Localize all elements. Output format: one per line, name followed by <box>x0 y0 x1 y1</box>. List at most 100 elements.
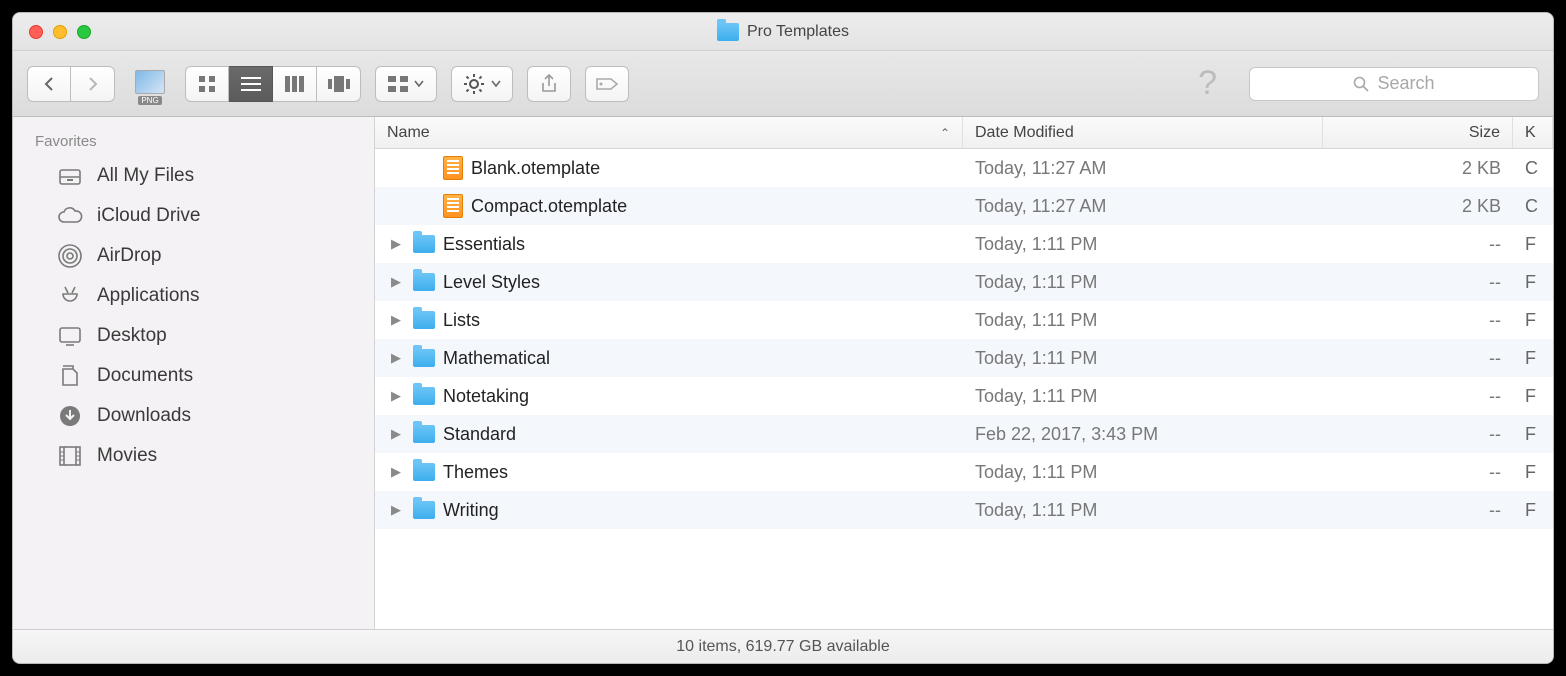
sidebar-item-applications[interactable]: Applications <box>13 276 374 316</box>
coverflow-icon <box>328 76 350 92</box>
all-my-files-icon <box>57 165 83 187</box>
file-date: Today, 11:27 AM <box>963 158 1323 179</box>
file-kind: F <box>1513 310 1553 331</box>
column-header-kind[interactable]: K <box>1513 117 1553 148</box>
file-kind: C <box>1513 158 1553 179</box>
sidebar-item-icloud[interactable]: iCloud Drive <box>13 196 374 236</box>
file-row[interactable]: ▶Level StylesToday, 1:11 PM--F <box>375 263 1553 301</box>
file-date: Feb 22, 2017, 3:43 PM <box>963 424 1323 445</box>
desktop-icon <box>57 325 83 347</box>
share-icon <box>540 74 558 94</box>
file-row[interactable]: ▶WritingToday, 1:11 PM--F <box>375 491 1553 529</box>
nav-buttons <box>27 66 115 102</box>
column-view-button[interactable] <box>273 66 317 102</box>
sidebar: Favorites All My FilesiCloud Drive AirDro… <box>13 117 375 629</box>
file-row[interactable]: ▶EssentialsToday, 1:11 PM--F <box>375 225 1553 263</box>
folder-icon <box>413 425 435 443</box>
sidebar-item-documents[interactable]: Documents <box>13 356 374 396</box>
file-list-pane: Name ⌃ Date Modified Size K Blank.otempl… <box>375 117 1553 629</box>
file-date: Today, 1:11 PM <box>963 234 1323 255</box>
columns-icon <box>285 76 305 92</box>
file-size: -- <box>1323 310 1513 331</box>
folder-icon <box>413 349 435 367</box>
file-rows: Blank.otemplateToday, 11:27 AM2 KBCCompa… <box>375 149 1553 629</box>
downloads-icon <box>57 405 83 427</box>
sidebar-item-airdrop[interactable]: AirDrop <box>13 236 374 276</box>
column-header-size[interactable]: Size <box>1323 117 1513 148</box>
search-field[interactable]: Search <box>1249 67 1539 101</box>
tags-button[interactable] <box>585 66 629 102</box>
window-controls <box>13 25 91 39</box>
chevron-left-icon <box>42 76 56 92</box>
image-thumbnail-icon <box>135 70 165 94</box>
file-row[interactable]: ▶NotetakingToday, 1:11 PM--F <box>375 377 1553 415</box>
help-button[interactable]: ? <box>1180 64 1235 103</box>
sidebar-item-label: Applications <box>97 285 199 307</box>
grid-icon <box>198 75 216 93</box>
file-date: Today, 1:11 PM <box>963 272 1323 293</box>
file-size: -- <box>1323 500 1513 521</box>
sidebar-item-all-my-files[interactable]: All My Files <box>13 156 374 196</box>
window-title: Pro Templates <box>13 23 1553 41</box>
file-row[interactable]: ▶StandardFeb 22, 2017, 3:43 PM--F <box>375 415 1553 453</box>
file-proxy-icon[interactable]: PNG <box>129 63 171 105</box>
status-text: 10 items, 619.77 GB available <box>676 638 889 656</box>
list-view-button[interactable] <box>229 66 273 102</box>
column-header-name[interactable]: Name ⌃ <box>375 117 963 148</box>
sidebar-item-label: Movies <box>97 445 157 467</box>
action-button[interactable] <box>451 66 513 102</box>
file-date: Today, 11:27 AM <box>963 196 1323 217</box>
disclosure-triangle-icon[interactable]: ▶ <box>387 236 405 252</box>
file-row[interactable]: Blank.otemplateToday, 11:27 AM2 KBC <box>375 149 1553 187</box>
sidebar-item-label: AirDrop <box>97 245 161 267</box>
file-name: Notetaking <box>443 386 529 407</box>
airdrop-icon <box>57 245 83 267</box>
disclosure-triangle-icon[interactable]: ▶ <box>387 312 405 328</box>
folder-icon <box>717 23 739 41</box>
forward-button[interactable] <box>71 66 115 102</box>
sidebar-item-downloads[interactable]: Downloads <box>13 396 374 436</box>
file-date: Today, 1:11 PM <box>963 310 1323 331</box>
file-size: 2 KB <box>1323 196 1513 217</box>
disclosure-triangle-icon[interactable]: ▶ <box>387 426 405 442</box>
sidebar-item-desktop[interactable]: Desktop <box>13 316 374 356</box>
toolbar: PNG <box>13 51 1553 117</box>
file-row[interactable]: ▶MathematicalToday, 1:11 PM--F <box>375 339 1553 377</box>
titlebar: Pro Templates <box>13 13 1553 51</box>
file-row[interactable]: ▶ThemesToday, 1:11 PM--F <box>375 453 1553 491</box>
share-button[interactable] <box>527 66 571 102</box>
finder-window: Pro Templates PNG <box>12 12 1554 664</box>
minimize-window-button[interactable] <box>53 25 67 39</box>
file-row[interactable]: ▶ Lists Today, 1:11 PM--F <box>375 301 1553 339</box>
close-window-button[interactable] <box>29 25 43 39</box>
chevron-down-icon <box>414 80 424 88</box>
folder-icon <box>413 235 435 253</box>
column-header-date[interactable]: Date Modified <box>963 117 1323 148</box>
file-date: Today, 1:11 PM <box>963 348 1323 369</box>
template-file-icon <box>443 156 463 180</box>
back-button[interactable] <box>27 66 71 102</box>
file-size: -- <box>1323 348 1513 369</box>
file-row[interactable]: Compact.otemplateToday, 11:27 AM2 KBC <box>375 187 1553 225</box>
png-label: PNG <box>138 96 161 105</box>
file-name: Standard <box>443 424 516 445</box>
disclosure-triangle-icon[interactable]: ▶ <box>387 502 405 518</box>
file-size: 2 KB <box>1323 158 1513 179</box>
sidebar-item-movies[interactable]: Movies <box>13 436 374 476</box>
disclosure-triangle-icon[interactable]: ▶ <box>387 274 405 290</box>
arrange-button[interactable] <box>375 66 437 102</box>
file-kind: F <box>1513 234 1553 255</box>
icloud-icon <box>57 205 83 227</box>
disclosure-triangle-icon[interactable]: ▶ <box>387 350 405 366</box>
icon-view-button[interactable] <box>185 66 229 102</box>
sidebar-item-label: Documents <box>97 365 193 387</box>
coverflow-view-button[interactable] <box>317 66 361 102</box>
disclosure-triangle-icon[interactable]: ▶ <box>387 388 405 404</box>
sidebar-section-header: Favorites <box>13 127 374 156</box>
search-placeholder: Search <box>1377 73 1434 94</box>
zoom-window-button[interactable] <box>77 25 91 39</box>
search-icon <box>1353 76 1369 92</box>
file-name: Lists <box>443 310 480 331</box>
file-date: Today, 1:11 PM <box>963 500 1323 521</box>
disclosure-triangle-icon[interactable]: ▶ <box>387 464 405 480</box>
